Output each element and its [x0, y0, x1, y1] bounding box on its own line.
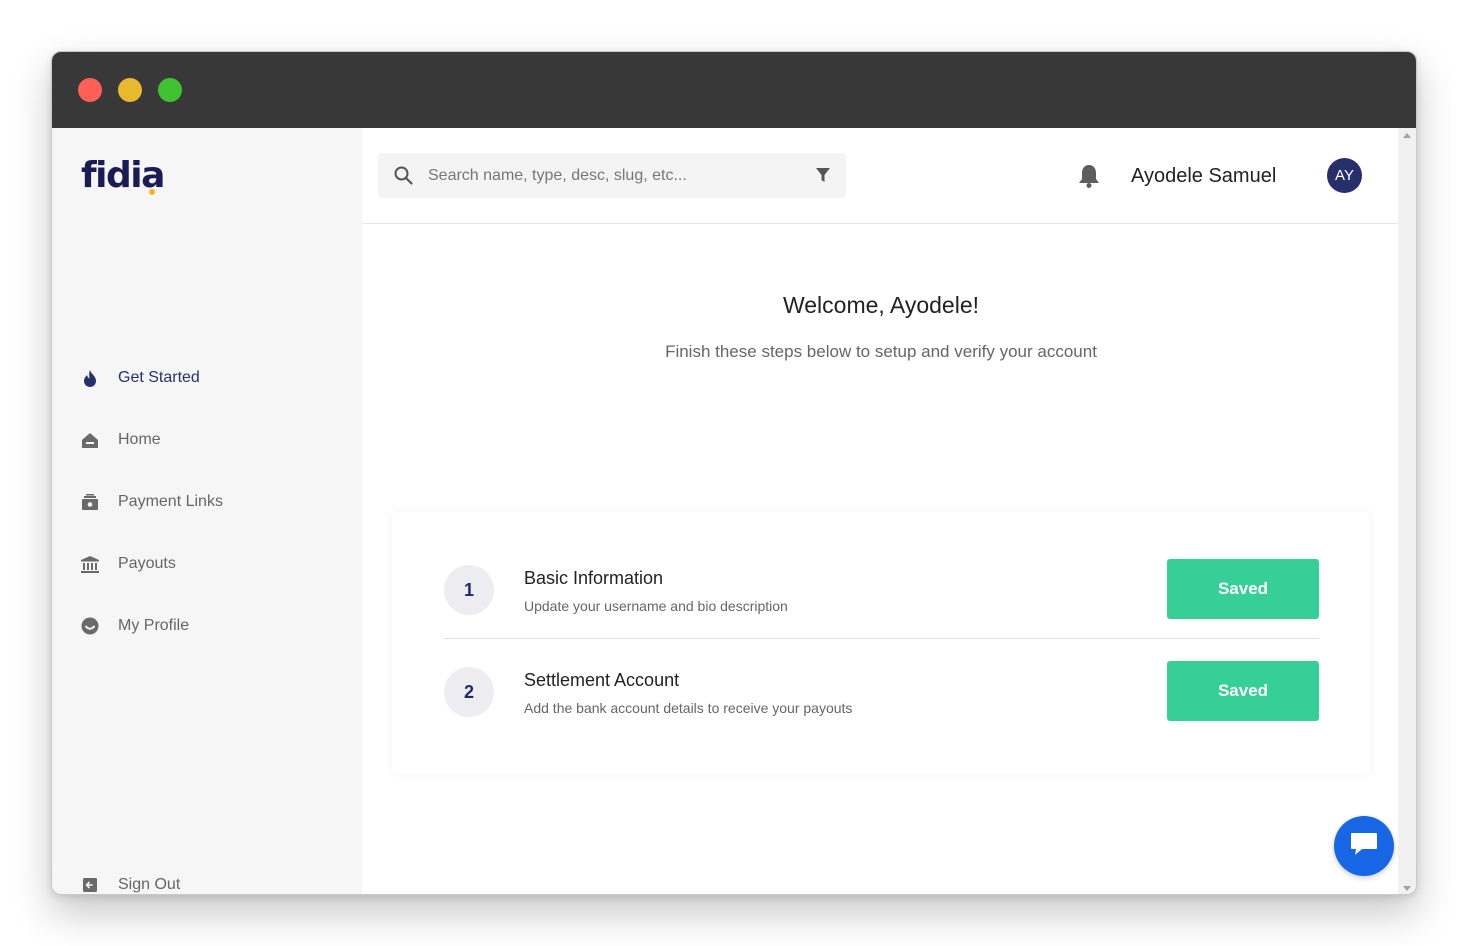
user-name[interactable]: Ayodele Samuel [1131, 165, 1276, 188]
step-basic-information: 1 Basic Information Update your username… [443, 539, 1319, 639]
top-bar: Ayodele Samuel AY [362, 128, 1400, 224]
main-content: Ayodele Samuel AY Welcome, Ayodele! Fini… [362, 128, 1400, 894]
basic-information-saved-button[interactable]: Saved [1167, 559, 1319, 619]
page-subtitle: Finish these steps below to setup and ve… [665, 342, 1097, 361]
sidebar-item-get-started[interactable]: Get Started [81, 364, 200, 392]
sidebar-item-label: Get Started [118, 369, 200, 386]
sidebar-item-label: My Profile [118, 617, 190, 634]
notification-bell-icon[interactable] [1078, 164, 1100, 193]
scroll-up-arrow-icon[interactable] [1403, 133, 1411, 138]
sign-out-label: Sign Out [118, 876, 181, 893]
maximize-window-button[interactable] [158, 78, 182, 102]
flame-icon [81, 369, 99, 387]
vertical-scrollbar[interactable] [1398, 128, 1416, 894]
title-bar [52, 52, 1416, 128]
step-description: Add the bank account details to receive … [524, 700, 853, 716]
logo-accent-dot [149, 189, 155, 195]
sidebar-item-label: Payouts [118, 555, 176, 572]
search-bar [378, 153, 846, 198]
minimize-window-button[interactable] [118, 78, 142, 102]
page-title: Welcome, Ayodele! [782, 292, 980, 318]
chat-bubble-icon [1349, 831, 1379, 862]
step-title: Settlement Account [524, 670, 680, 690]
profile-icon [81, 617, 99, 635]
chat-support-button[interactable] [1334, 816, 1394, 876]
setup-steps-card: 1 Basic Information Update your username… [392, 512, 1370, 774]
step-number-badge: 1 [444, 565, 494, 615]
filter-icon[interactable] [816, 168, 830, 188]
sidebar: fidia Get Started Home Payment Links Pay [52, 128, 362, 894]
app-window: fidia Get Started Home Payment Links Pay [51, 51, 1417, 895]
sidebar-item-payment-links[interactable]: Payment Links [81, 488, 223, 516]
step-description: Update your username and bio description [524, 598, 788, 614]
sidebar-item-payouts[interactable]: Payouts [81, 550, 176, 578]
sidebar-item-label: Home [118, 431, 161, 448]
sidebar-item-home[interactable]: Home [81, 426, 161, 454]
scroll-down-arrow-icon[interactable] [1403, 886, 1411, 891]
step-title: Basic Information [524, 568, 664, 588]
step-settlement-account: 2 Settlement Account Add the bank accoun… [443, 641, 1319, 741]
bank-icon [81, 555, 99, 573]
close-window-button[interactable] [78, 78, 102, 102]
sidebar-item-label: Payment Links [118, 493, 223, 510]
sidebar-item-my-profile[interactable]: My Profile [81, 612, 189, 640]
payment-links-icon [81, 493, 99, 511]
avatar[interactable]: AY [1327, 158, 1362, 193]
sign-out-button[interactable]: Sign Out [81, 871, 181, 894]
step-number-badge: 2 [444, 667, 494, 717]
sign-out-icon [81, 876, 99, 894]
settlement-account-saved-button[interactable]: Saved [1167, 661, 1319, 721]
search-input[interactable] [428, 153, 798, 198]
search-icon [394, 166, 413, 190]
home-icon [81, 431, 99, 449]
